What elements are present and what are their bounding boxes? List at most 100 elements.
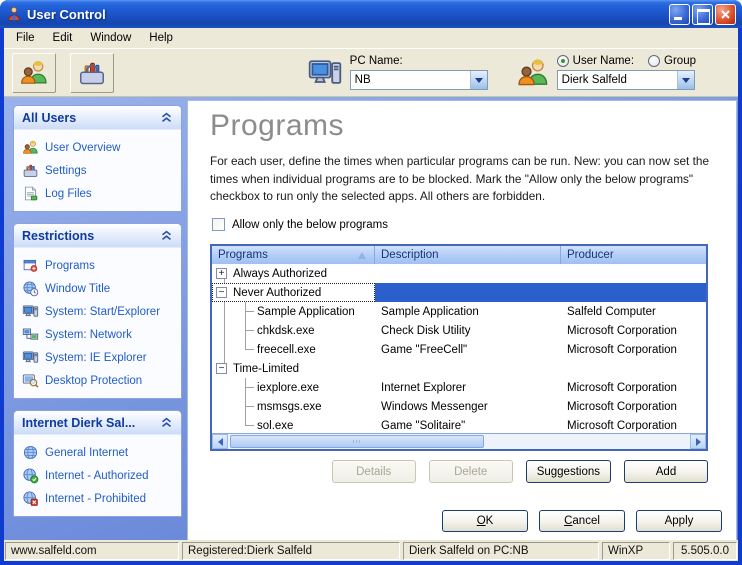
- menu-edit[interactable]: Edit: [45, 30, 81, 46]
- chevron-up-icon: [160, 230, 173, 241]
- menu-window[interactable]: Window: [82, 30, 139, 46]
- section-header-all-users[interactable]: All Users: [14, 106, 181, 130]
- scroll-right-button[interactable]: [690, 434, 706, 449]
- section-title: Internet Dierk Sal...: [22, 416, 135, 430]
- cancel-button[interactable]: Cancel: [539, 510, 625, 532]
- cell-producer: Microsoft Corporation: [561, 397, 706, 416]
- dialog-buttons: OK Cancel Apply: [210, 510, 724, 532]
- tree-line: [245, 340, 254, 350]
- pc-dropdown-button[interactable]: [470, 71, 487, 89]
- scrollbar-track[interactable]: [228, 434, 690, 449]
- section-header-restrictions[interactable]: Restrictions: [14, 224, 181, 248]
- sidebar-item-desktop-protection[interactable]: Desktop Protection: [20, 369, 179, 392]
- toolbar-buttons: [12, 53, 121, 93]
- pc-selector-group: PC Name: NB: [307, 55, 488, 91]
- suggestions-button[interactable]: Suggestions: [526, 460, 611, 483]
- scrollbar-thumb[interactable]: [230, 435, 484, 448]
- user-name-radio[interactable]: User Name:: [557, 55, 634, 67]
- cell-description: [375, 359, 561, 378]
- page-description: For each user, define the times when par…: [210, 153, 722, 206]
- table-row[interactable]: iexplore.exeInternet Explorer Microsoft …: [212, 378, 706, 397]
- user-dropdown-button[interactable]: [677, 71, 694, 89]
- cell-producer: Microsoft Corporation: [561, 378, 706, 397]
- column-header-description[interactable]: Description: [375, 246, 561, 264]
- sidebar-item-system-network[interactable]: System: Network: [20, 323, 179, 346]
- table-row[interactable]: msmsgs.exeWindows Messenger Microsoft Co…: [212, 397, 706, 416]
- sidebar-item-label: Log Files: [45, 188, 92, 200]
- sidebar-item-label: System: IE Explorer: [45, 352, 147, 364]
- page-title: Programs: [210, 109, 724, 143]
- sidebar-item-internet-authorized[interactable]: Internet - Authorized: [20, 464, 179, 487]
- expand-toggle[interactable]: +: [216, 268, 227, 279]
- sidebar-item-settings[interactable]: Settings: [20, 159, 179, 182]
- sidebar-section-internet-dierk-sal: Internet Dierk Sal... General InternetIn…: [13, 410, 182, 517]
- sidebar-item-system-ie-explorer[interactable]: System: IE Explorer: [20, 346, 179, 369]
- collapse-toggle[interactable]: −: [216, 363, 227, 374]
- collapse-toggle[interactable]: −: [216, 287, 227, 298]
- section-body: ProgramsWindow TitleSystem: Start/Explor…: [14, 248, 181, 398]
- column-header-producer[interactable]: Producer: [561, 246, 706, 264]
- ok-button[interactable]: OK: [442, 510, 528, 532]
- apply-button[interactable]: Apply: [636, 510, 722, 532]
- table-row[interactable]: −Never Authorized: [212, 283, 706, 302]
- sidebar-item-internet-prohibited[interactable]: Internet - Prohibited: [20, 487, 179, 510]
- cell-program: Time-Limited: [233, 363, 299, 375]
- sidebar-item-log-files[interactable]: Log Files: [20, 182, 179, 205]
- toolbox-icon: [22, 162, 39, 179]
- table-row[interactable]: + Always Authorized: [212, 264, 706, 283]
- horizontal-scrollbar[interactable]: [212, 433, 706, 449]
- group-radio[interactable]: Group: [648, 55, 696, 67]
- minimize-button[interactable]: [669, 4, 690, 25]
- status-registered-dierk-salfeld: Registered:Dierk Salfeld: [182, 542, 400, 560]
- maximize-button[interactable]: [692, 4, 713, 25]
- group-radio-label: Group: [664, 55, 696, 67]
- table-row[interactable]: −Time-Limited: [212, 359, 706, 378]
- programs-icon: [22, 257, 39, 274]
- table-row[interactable]: Sample ApplicationSample Application Sal…: [212, 302, 706, 321]
- allow-only-checkbox[interactable]: Allow only the below programs: [212, 218, 724, 231]
- table-buttons: DetailsDeleteSuggestionsAdd: [210, 460, 708, 483]
- sidebar-item-window-title[interactable]: Window Title: [20, 277, 179, 300]
- cell-program: Always Authorized: [233, 268, 327, 280]
- section-title: All Users: [22, 111, 76, 125]
- arrow-right-icon: [696, 438, 701, 446]
- title-bar: User Control: [0, 0, 742, 28]
- sidebar-item-system-start-explorer[interactable]: System: Start/Explorer: [20, 300, 179, 323]
- status-bar: www.salfeld.comRegistered:Dierk SalfeldD…: [4, 540, 738, 561]
- window-controls: [669, 4, 736, 25]
- tree-line: [245, 302, 254, 312]
- users-icon: [516, 56, 550, 90]
- cell-description: [375, 283, 561, 302]
- main-panel: Programs For each user, define the times…: [187, 100, 737, 540]
- column-header-programs[interactable]: Programs: [212, 246, 375, 264]
- logfile-icon: [22, 185, 39, 202]
- menu-file[interactable]: File: [8, 30, 43, 46]
- tree-line: [245, 388, 246, 397]
- sidebar-section-all-users: All Users User OverviewSettings Log Files: [13, 105, 182, 212]
- section-header-internet-dierk-sal[interactable]: Internet Dierk Sal...: [14, 411, 181, 435]
- pc-name-label: PC Name:: [350, 55, 488, 67]
- close-button[interactable]: [715, 4, 736, 25]
- table-row[interactable]: sol.exeGame "Solitaire" Microsoft Corpor…: [212, 416, 706, 433]
- user-name-select[interactable]: Dierk Salfeld: [557, 70, 695, 90]
- add-button[interactable]: Add: [624, 460, 708, 483]
- settings-button[interactable]: [70, 53, 114, 93]
- user-overview-button[interactable]: [12, 53, 56, 93]
- sidebar-item-user-overview[interactable]: User Overview: [20, 136, 179, 159]
- network-icon: [22, 326, 39, 343]
- table-row[interactable]: freecell.exeGame "FreeCell" Microsoft Co…: [212, 340, 706, 359]
- checkbox-label: Allow only the below programs: [232, 219, 388, 231]
- cell-program: Never Authorized: [233, 287, 321, 299]
- pc-name-select[interactable]: NB: [350, 70, 488, 90]
- sidebar-item-label: System: Network: [45, 329, 132, 341]
- menu-help[interactable]: Help: [141, 30, 181, 46]
- table-row[interactable]: chkdsk.exeCheck Disk Utility Microsoft C…: [212, 321, 706, 340]
- sidebar-item-general-internet[interactable]: General Internet: [20, 441, 179, 464]
- radio-icon: [648, 55, 660, 67]
- cell-producer: Microsoft Corporation: [561, 340, 706, 359]
- scroll-left-button[interactable]: [212, 434, 228, 449]
- user-name-radio-label: User Name:: [573, 55, 634, 67]
- details-button: Details: [332, 460, 416, 483]
- arrow-left-icon: [218, 438, 223, 446]
- sidebar-item-programs[interactable]: Programs: [20, 254, 179, 277]
